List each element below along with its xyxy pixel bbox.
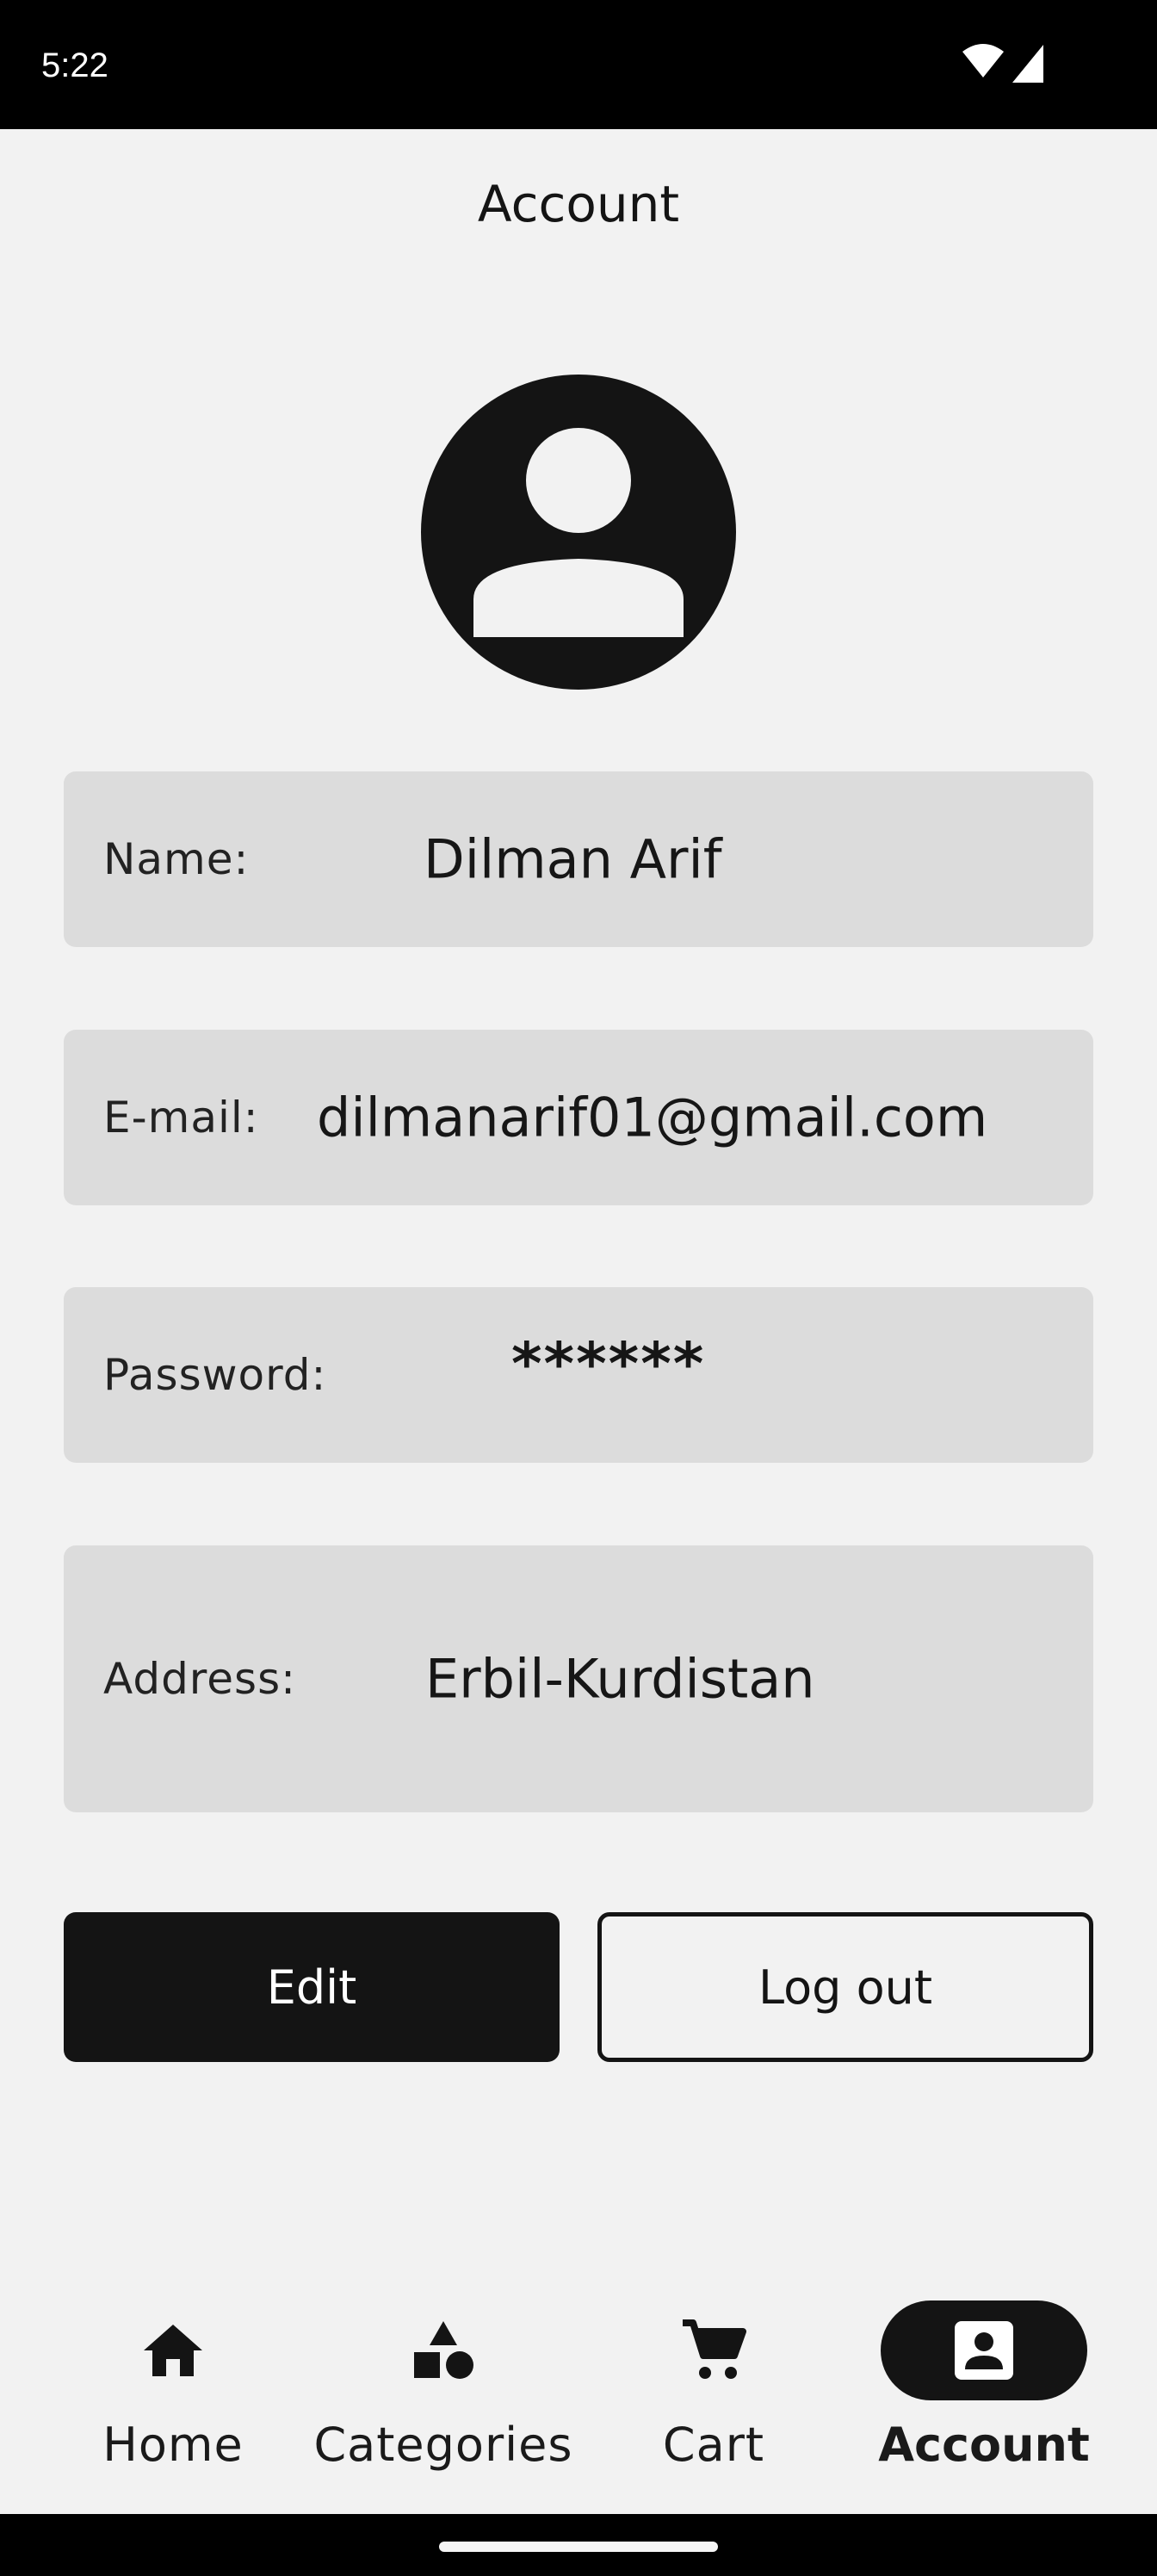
- nav-label-home: Home: [102, 2418, 244, 2472]
- nav-item-home[interactable]: Home: [28, 2273, 318, 2514]
- nav-item-account[interactable]: Account: [839, 2273, 1129, 2514]
- category-icon: [414, 2321, 473, 2379]
- address-value: Erbil-Kurdistan: [425, 1647, 815, 1711]
- edit-button[interactable]: Edit: [64, 1912, 560, 2062]
- address-label: Address:: [103, 1654, 296, 1704]
- account-screen: 5:22 Account Name: Dilman Arif E-mail: d…: [0, 0, 1157, 2576]
- email-value: dilmanarif01@gmail.com: [317, 1086, 988, 1149]
- email-label: E-mail:: [103, 1093, 259, 1142]
- email-field: E-mail: dilmanarif01@gmail.com: [64, 1030, 1093, 1205]
- status-time: 5:22: [41, 46, 108, 84]
- cart-icon: [683, 2319, 746, 2379]
- nav-item-categories[interactable]: Categories: [299, 2273, 588, 2514]
- gesture-handle[interactable]: [439, 2542, 718, 2552]
- page-title: Account: [477, 175, 680, 233]
- name-field: Name: Dilman Arif: [64, 771, 1093, 947]
- nav-label-account: Account: [878, 2418, 1090, 2472]
- nav-icon-container-active: [881, 2300, 1087, 2400]
- nav-label-cart: Cart: [662, 2418, 765, 2472]
- nav-icon-container: [70, 2300, 276, 2400]
- avatar: [421, 375, 736, 690]
- nav-item-cart[interactable]: Cart: [569, 2273, 858, 2514]
- home-icon: [144, 2325, 202, 2376]
- nav-icon-container: [340, 2300, 547, 2400]
- name-label: Name:: [103, 834, 250, 884]
- logout-button[interactable]: Log out: [597, 1912, 1093, 2062]
- password-field: Password: ******: [64, 1287, 1093, 1463]
- account-box-icon: [955, 2321, 1013, 2380]
- name-value: Dilman Arif: [424, 827, 722, 891]
- status-bar: 5:22: [0, 0, 1157, 129]
- gesture-navigation-bar: [0, 2514, 1157, 2576]
- password-label: Password:: [103, 1350, 327, 1400]
- bottom-navigation: Home Categories Cart Account: [0, 2273, 1157, 2514]
- password-value: ******: [511, 1330, 706, 1399]
- account-circle-icon: [421, 375, 736, 690]
- address-field: Address: Erbil-Kurdistan: [64, 1545, 1093, 1812]
- nav-icon-container: [610, 2300, 817, 2400]
- cell-signal-icon: [1012, 45, 1043, 83]
- status-icons: [962, 43, 1057, 86]
- nav-label-categories: Categories: [313, 2418, 573, 2472]
